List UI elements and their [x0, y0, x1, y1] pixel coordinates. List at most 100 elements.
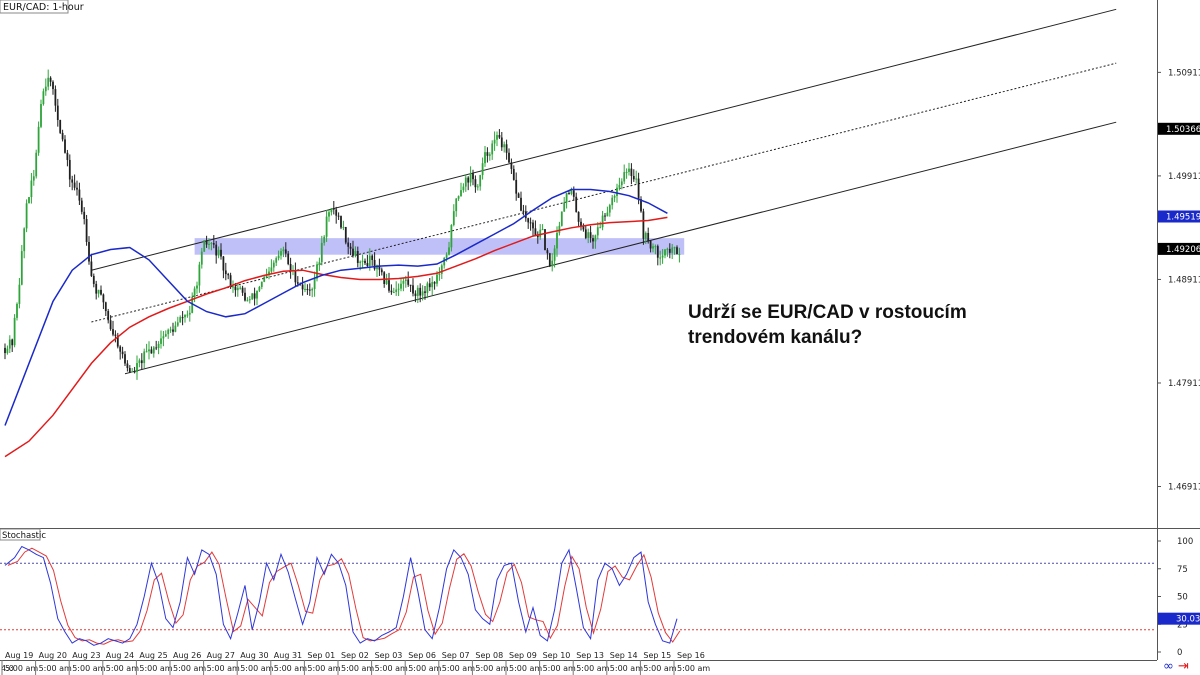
candle-body	[443, 258, 446, 266]
candle-body	[167, 329, 170, 335]
candle-body	[678, 254, 681, 256]
candle-body	[450, 224, 453, 248]
candle-body	[150, 349, 153, 354]
stoch-tick-label: 100	[1177, 537, 1193, 547]
candle-body	[61, 132, 64, 140]
jump-to-end-icon[interactable]: ⇥	[1178, 660, 1189, 674]
candle-body	[517, 193, 520, 198]
candle-body	[503, 144, 506, 148]
candle-body	[215, 244, 218, 256]
y-tick-label: 1.46911	[1168, 483, 1200, 493]
candle-body	[71, 179, 74, 183]
candle-body	[152, 347, 155, 354]
candle-body	[604, 215, 606, 217]
candle-body	[493, 139, 496, 144]
candle-body	[340, 216, 342, 228]
candle-body	[102, 294, 105, 303]
candle-body	[258, 286, 261, 291]
candle-body	[184, 314, 186, 318]
candle-body	[637, 178, 640, 200]
candle-body	[436, 274, 438, 284]
candle-body	[325, 216, 328, 237]
link-icon[interactable]: ∞	[1163, 660, 1174, 674]
candle-body	[388, 280, 390, 291]
candle-body	[332, 208, 335, 210]
y-tick-label: 1.50911	[1168, 68, 1200, 78]
candle-body	[455, 198, 458, 212]
candle-body	[416, 287, 419, 296]
candle-body	[49, 77, 52, 82]
candle-body	[311, 288, 314, 291]
candle-body	[649, 240, 652, 249]
candle-body	[205, 240, 208, 245]
x-time-label: 5:00 am	[442, 664, 475, 673]
candle-body	[565, 192, 568, 203]
candle-body	[594, 235, 597, 242]
candle-body	[491, 143, 494, 155]
candle-body	[630, 168, 633, 176]
candle-body	[28, 197, 30, 204]
candle-body	[412, 285, 414, 294]
candle-body	[25, 203, 28, 229]
candle-body	[527, 218, 530, 223]
candle-body	[551, 260, 554, 267]
candle-body	[407, 279, 410, 285]
candle-body	[383, 272, 386, 284]
x-time-label: 5:00 am	[375, 664, 408, 673]
candle-body	[457, 196, 460, 199]
candle-body	[335, 209, 338, 216]
candle-body	[558, 225, 561, 233]
candle-body	[673, 247, 676, 249]
candle-body	[212, 243, 215, 245]
candle-body	[304, 288, 306, 290]
candle-body	[572, 190, 575, 197]
candle-body	[323, 236, 326, 243]
candle-body	[92, 275, 95, 284]
candle-body	[56, 105, 59, 120]
candle-body	[498, 135, 501, 138]
candle-body	[200, 251, 203, 265]
candle-body	[196, 285, 198, 289]
x-date-label: Sep 16	[677, 651, 705, 660]
price-marker-label: 1.49519	[1166, 212, 1200, 222]
x-time-label: 5:00 am	[341, 664, 374, 673]
candle-body	[608, 205, 611, 213]
candle-body	[424, 291, 426, 293]
candle-body	[440, 265, 443, 274]
x-time-label: 5:00 am	[543, 664, 576, 673]
candle-body	[188, 312, 191, 315]
eurcad-chart[interactable]: 1.50911 1.49911 1.48911 1.47911 1.46911 1.503…	[0, 0, 1200, 675]
candle-body	[318, 262, 321, 265]
candle-body	[227, 274, 230, 276]
candle-body	[508, 152, 510, 163]
candle-body	[42, 91, 45, 105]
candle-body	[263, 276, 266, 282]
candle-body	[337, 215, 340, 217]
candle-body	[397, 288, 400, 290]
candle-body	[553, 248, 556, 261]
candle-body	[90, 261, 93, 276]
candle-body	[35, 152, 38, 177]
x-time-label: 5:00 am	[610, 664, 643, 673]
candle-body	[666, 248, 669, 250]
candle-body	[32, 176, 35, 181]
candle-body	[500, 137, 503, 148]
candle-body	[78, 189, 81, 201]
x-date-label: Aug 26	[173, 651, 201, 660]
candle-body	[344, 227, 347, 243]
candle-body	[618, 185, 621, 188]
candle-body	[140, 360, 143, 364]
candle-body	[164, 334, 167, 337]
candle-body	[620, 181, 623, 186]
candle-body	[510, 162, 513, 169]
candle-body	[280, 251, 282, 256]
x-date-label: Sep 01	[307, 651, 335, 660]
candle-body	[222, 256, 225, 271]
annotation-line-1: Udrží se EUR/CAD v rostoucím	[688, 302, 967, 323]
candle-body	[400, 283, 402, 289]
candle-body	[404, 279, 407, 281]
candle-body	[210, 243, 213, 245]
candle-body	[284, 249, 287, 254]
candle-body	[186, 314, 189, 316]
candle-body	[6, 348, 9, 354]
